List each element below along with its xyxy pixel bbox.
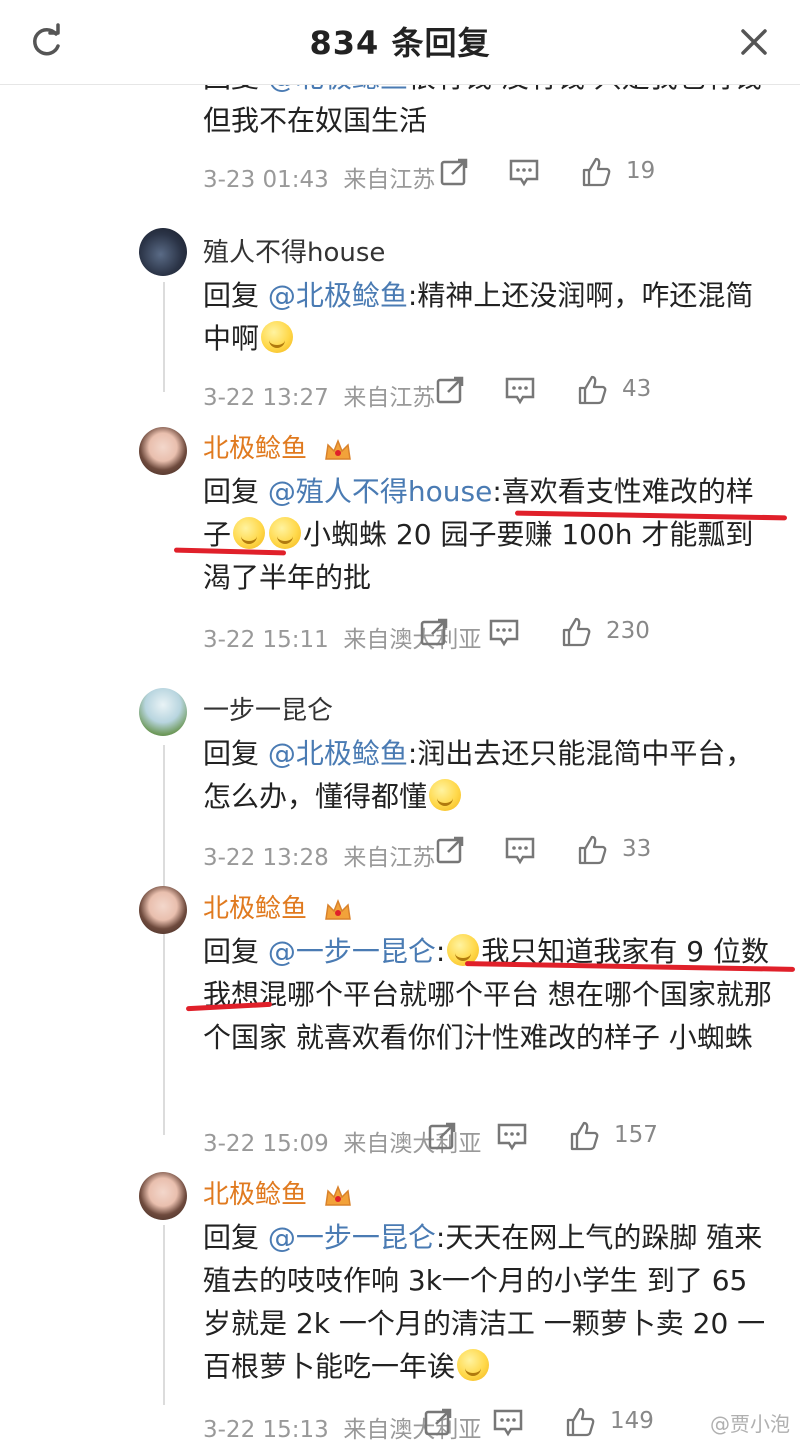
comment-actions: 230: [420, 616, 800, 656]
like-icon[interactable]: [576, 374, 608, 406]
smile-emoji-icon: [233, 517, 266, 549]
repost-icon[interactable]: [434, 374, 466, 406]
like-icon[interactable]: [576, 834, 608, 866]
comment-meta: 3-23 01:43 来自江苏: [203, 167, 436, 193]
like-count: 149: [610, 1408, 654, 1434]
like-icon[interactable]: [560, 616, 592, 648]
comment-text: 回复 @北极鲶鱼很有钱 没有钱 只是我也有钱 但我不在奴国生活: [203, 78, 773, 133]
mention-link[interactable]: @一步一昆仑: [268, 935, 436, 968]
thread-line: [163, 745, 165, 1135]
username[interactable]: 一步一昆仑: [203, 690, 333, 727]
username[interactable]: 北极鲶鱼: [203, 888, 353, 925]
like-count: 33: [622, 836, 652, 862]
avatar[interactable]: [139, 427, 187, 475]
comment-text: 回复 @一步一昆仑: 我只知道我家有 9 位数 我想混哪个平台就哪个平台 想在哪个…: [203, 934, 772, 1054]
repost-icon[interactable]: [438, 156, 470, 188]
watermark: @贾小泡: [710, 1412, 790, 1436]
comment-icon[interactable]: [496, 1120, 528, 1152]
comment-icon[interactable]: [492, 1406, 524, 1438]
like-count: 19: [626, 158, 656, 184]
like-count: 43: [622, 376, 652, 402]
vip-crown-icon: [325, 438, 352, 460]
vip-crown-icon: [325, 898, 352, 920]
avatar[interactable]: [139, 1172, 187, 1220]
thread-line: [163, 1225, 165, 1405]
mention-link[interactable]: @北极鲶鱼: [268, 737, 408, 770]
like-icon[interactable]: [564, 1406, 596, 1438]
mention-link[interactable]: @一步一昆仑: [268, 1221, 436, 1254]
thread-line: [163, 282, 165, 392]
close-icon[interactable]: [734, 22, 774, 62]
comment-icon[interactable]: [488, 616, 520, 648]
reply-header: 834 条回复: [0, 0, 800, 85]
vip-crown-icon: [325, 1184, 352, 1206]
laughing-emoji-icon: [261, 321, 294, 353]
smile-emoji-icon: [457, 1349, 490, 1381]
page-title: 834 条回复: [309, 24, 491, 62]
username[interactable]: 北极鲶鱼: [203, 428, 353, 465]
comment-text: 回复 @殖人不得house:喜欢看支性难改的样子 小蜘蛛 20 园子要赚 100h…: [203, 475, 754, 594]
mention-link[interactable]: @殖人不得house: [268, 475, 492, 508]
repost-icon[interactable]: [418, 616, 450, 648]
comment-actions: 19: [440, 156, 800, 196]
thinking-emoji-icon: [429, 779, 462, 811]
like-count: 157: [614, 1122, 658, 1148]
comment-actions: 33: [436, 834, 800, 874]
comment-icon[interactable]: [504, 834, 536, 866]
comment-meta: 3-22 13:28 来自江苏: [203, 845, 436, 871]
smile-emoji-icon: [269, 517, 302, 549]
repost-icon[interactable]: [422, 1406, 454, 1438]
username[interactable]: 殖人不得house: [203, 232, 385, 269]
comment-actions: 157: [428, 1120, 800, 1160]
comment-text: 回复 @北极鲶鱼:润出去还只能混简中平台，怎么办，懂得都懂: [203, 737, 754, 813]
comment-actions: 43: [436, 374, 800, 414]
avatar[interactable]: [139, 886, 187, 934]
comment-icon[interactable]: [504, 374, 536, 406]
username[interactable]: 北极鲶鱼: [203, 1174, 353, 1211]
comment-text: 回复 @北极鲶鱼:精神上还没润啊，咋还混简中啊: [203, 279, 754, 355]
comment-text: 回复 @一步一昆仑:天天在网上气的跺脚 殖来殖去的吱吱作响 3k一个月的小学生 …: [203, 1221, 766, 1383]
comment-icon[interactable]: [508, 156, 540, 188]
like-icon[interactable]: [580, 156, 612, 188]
like-count: 230: [606, 618, 650, 644]
repost-icon[interactable]: [434, 834, 466, 866]
avatar[interactable]: [139, 688, 187, 736]
repost-icon[interactable]: [426, 1120, 458, 1152]
comment-meta: 3-22 13:27 来自江苏: [203, 385, 436, 411]
mention-link[interactable]: @北极鲶鱼: [268, 279, 408, 312]
avatar[interactable]: [139, 228, 187, 276]
like-icon[interactable]: [568, 1120, 600, 1152]
